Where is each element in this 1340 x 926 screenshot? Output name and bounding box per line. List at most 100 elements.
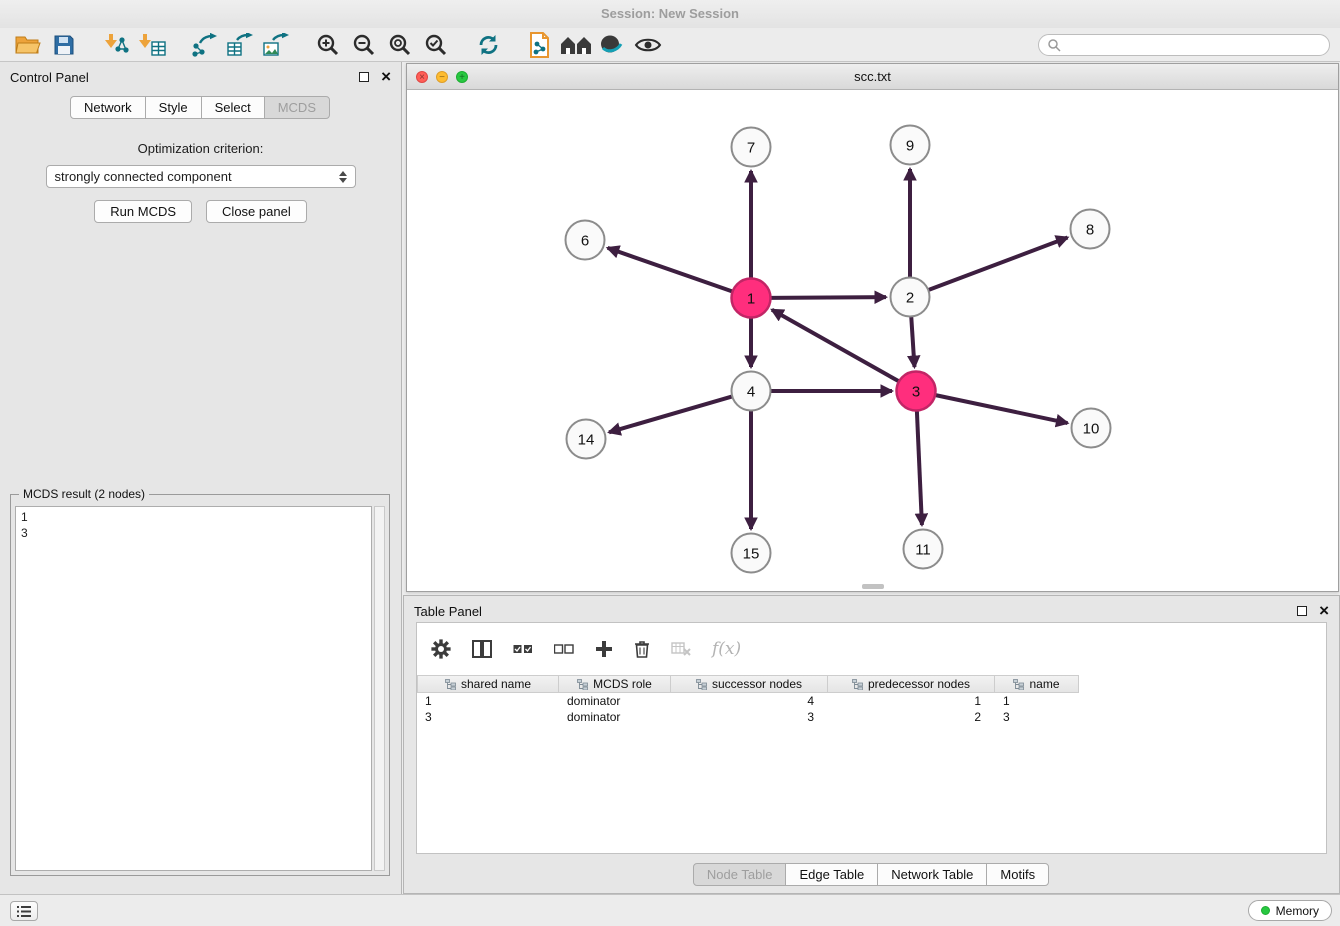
close-panel-icon[interactable]: × <box>381 70 391 84</box>
run-mcds-button[interactable]: Run MCDS <box>94 200 192 223</box>
show-hide-button[interactable] <box>630 30 666 60</box>
graph-node-10[interactable]: 10 <box>1072 409 1111 448</box>
column-header-label: successor nodes <box>712 677 802 691</box>
import-table-button[interactable] <box>134 30 170 60</box>
close-table-panel-icon[interactable]: × <box>1319 604 1329 618</box>
graph-node-8[interactable]: 8 <box>1071 210 1110 249</box>
control-panel-tabs: Network Style Select MCDS <box>0 96 401 119</box>
table-cell: 1 <box>995 694 1079 708</box>
window-title: Session: New Session <box>601 6 739 21</box>
graph-edge-2-8[interactable] <box>929 237 1068 289</box>
svg-text:14: 14 <box>578 432 595 449</box>
svg-text:4: 4 <box>747 384 755 401</box>
first-neighbors-button[interactable] <box>558 30 594 60</box>
search-input[interactable] <box>1066 38 1321 52</box>
graph-node-7[interactable]: 7 <box>732 128 771 167</box>
graph-node-3[interactable]: 3 <box>897 372 936 411</box>
zoom-in-button[interactable] <box>310 30 346 60</box>
svg-text:2: 2 <box>906 290 914 307</box>
select-all-columns-button[interactable] <box>513 643 533 655</box>
network-canvas[interactable]: 7 9 6 8 1 2 4 3 14 10 15 11 <box>407 90 1338 591</box>
column-header-shared-name[interactable]: shared name <box>417 675 559 693</box>
column-header-name[interactable]: name <box>995 675 1079 693</box>
close-window-button[interactable]: × <box>416 71 428 83</box>
export-image-icon <box>263 33 289 57</box>
table-row[interactable]: 3dominator323 <box>417 709 1326 725</box>
tab-motifs[interactable]: Motifs <box>986 863 1049 886</box>
graph-node-1[interactable]: 1 <box>732 279 771 318</box>
network-from-clipboard-button[interactable] <box>522 30 558 60</box>
export-image-button[interactable] <box>258 30 294 60</box>
zoom-out-button[interactable] <box>346 30 382 60</box>
tab-node-table[interactable]: Node Table <box>693 863 787 886</box>
graph-node-15[interactable]: 15 <box>732 534 771 573</box>
show-columns-button[interactable] <box>472 640 492 658</box>
refresh-view-button[interactable] <box>470 30 506 60</box>
delete-column-button[interactable] <box>634 640 650 658</box>
status-bar: Memory <box>0 894 1340 926</box>
tab-network[interactable]: Network <box>70 96 146 119</box>
optimization-criterion-select[interactable]: strongly connected component <box>46 165 356 188</box>
import-network-button[interactable] <box>98 30 134 60</box>
column-type-icon <box>1013 679 1024 690</box>
column-header-MCDS-role[interactable]: MCDS role <box>559 675 671 693</box>
save-session-button[interactable] <box>46 30 82 60</box>
dropdown-stepper-icon <box>339 171 347 183</box>
export-network-button[interactable] <box>186 30 222 60</box>
graph-edge-1-2[interactable] <box>771 297 886 298</box>
network-window-title: scc.txt <box>854 69 891 84</box>
export-table-icon <box>227 33 253 57</box>
table-toolbar: f(x) <box>417 623 1326 675</box>
memory-button[interactable]: Memory <box>1248 900 1332 921</box>
tab-mcds[interactable]: MCDS <box>264 96 330 119</box>
table-cell: dominator <box>559 710 671 724</box>
tab-edge-table[interactable]: Edge Table <box>785 863 878 886</box>
graph-edge-2-3[interactable] <box>911 317 914 367</box>
float-table-panel-icon[interactable] <box>1297 606 1307 616</box>
svg-text:11: 11 <box>915 542 931 559</box>
add-column-button[interactable] <box>595 640 613 658</box>
close-panel-button[interactable]: Close panel <box>206 200 307 223</box>
memory-label: Memory <box>1276 904 1319 918</box>
zoom-selected-button[interactable] <box>418 30 454 60</box>
table-row[interactable]: 1dominator411 <box>417 693 1326 709</box>
deselect-all-columns-button[interactable] <box>554 643 574 655</box>
horizontal-scrollbar[interactable] <box>862 584 884 589</box>
graph-edge-3-1[interactable] <box>772 310 899 381</box>
node-table-container: f(x) shared nameMCDS role successor nodes… <box>416 622 1327 854</box>
graph-edge-4-14[interactable] <box>609 397 732 433</box>
graph-node-6[interactable]: 6 <box>566 221 605 260</box>
svg-text:7: 7 <box>747 140 755 157</box>
zoom-window-button[interactable]: + <box>456 71 468 83</box>
graph-node-9[interactable]: 9 <box>891 126 930 165</box>
mcds-result-scrollbar[interactable] <box>374 506 385 871</box>
zoom-fit-button[interactable] <box>382 30 418 60</box>
graph-node-4[interactable]: 4 <box>732 372 771 411</box>
graph-node-11[interactable]: 11 <box>904 530 943 569</box>
open-session-button[interactable] <box>10 30 46 60</box>
tab-select[interactable]: Select <box>201 96 265 119</box>
table-settings-button[interactable] <box>431 639 451 659</box>
refresh-icon <box>476 33 501 57</box>
search-box[interactable] <box>1038 34 1330 56</box>
minimize-window-button[interactable]: − <box>436 71 448 83</box>
network-window-titlebar: × − + scc.txt <box>407 64 1338 90</box>
table-cell: 3 <box>671 710 828 724</box>
style-brush-button[interactable] <box>594 30 630 60</box>
task-history-button[interactable] <box>10 901 38 921</box>
tab-style[interactable]: Style <box>145 96 202 119</box>
graph-edge-3-11[interactable] <box>917 411 922 525</box>
export-table-button[interactable] <box>222 30 258 60</box>
tab-network-table[interactable]: Network Table <box>877 863 987 886</box>
graph-node-2[interactable]: 2 <box>891 278 930 317</box>
control-panel: Control Panel × Network Style Select MCD… <box>0 62 402 894</box>
graph-edge-3-10[interactable] <box>936 395 1068 423</box>
svg-text:9: 9 <box>906 138 914 155</box>
column-header-successor-nodes[interactable]: successor nodes <box>671 675 828 693</box>
graph-edge-1-6[interactable] <box>608 248 732 291</box>
column-header-predecessor-nodes[interactable]: predecessor nodes <box>828 675 995 693</box>
float-panel-icon[interactable] <box>359 72 369 82</box>
graph-node-14[interactable]: 14 <box>567 420 606 459</box>
main-toolbar <box>0 28 1340 62</box>
column-type-icon <box>445 679 456 690</box>
